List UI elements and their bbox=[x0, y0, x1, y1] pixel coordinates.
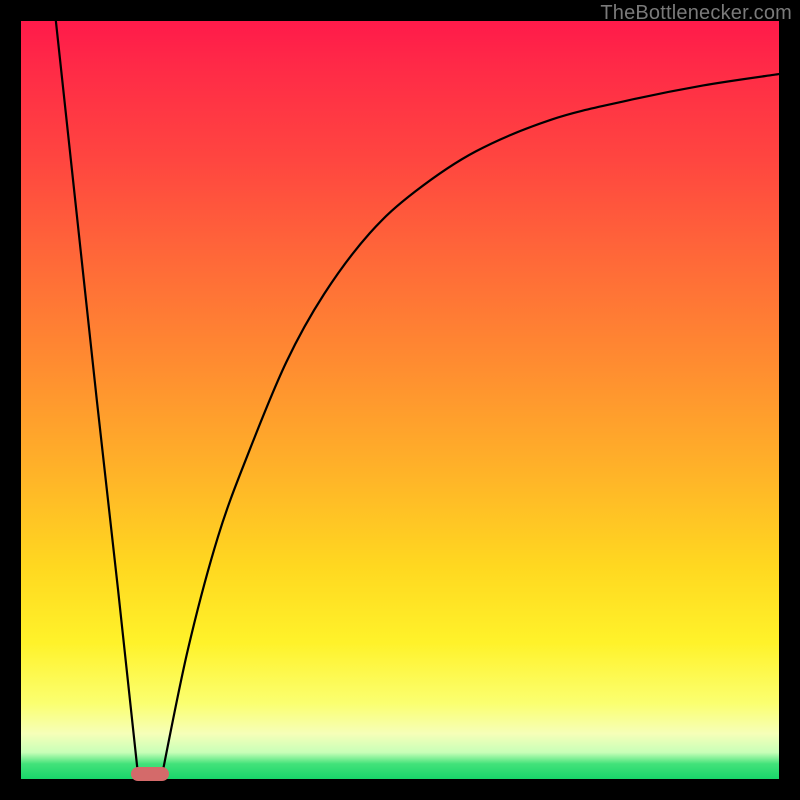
curve-right-branch bbox=[161, 74, 779, 779]
curve-left-branch bbox=[56, 21, 139, 779]
watermark-text: TheBottlenecker.com bbox=[600, 2, 792, 25]
bottleneck-curve bbox=[21, 21, 779, 779]
optimal-marker bbox=[131, 767, 169, 781]
chart-frame: TheBottlenecker.com bbox=[0, 0, 800, 800]
